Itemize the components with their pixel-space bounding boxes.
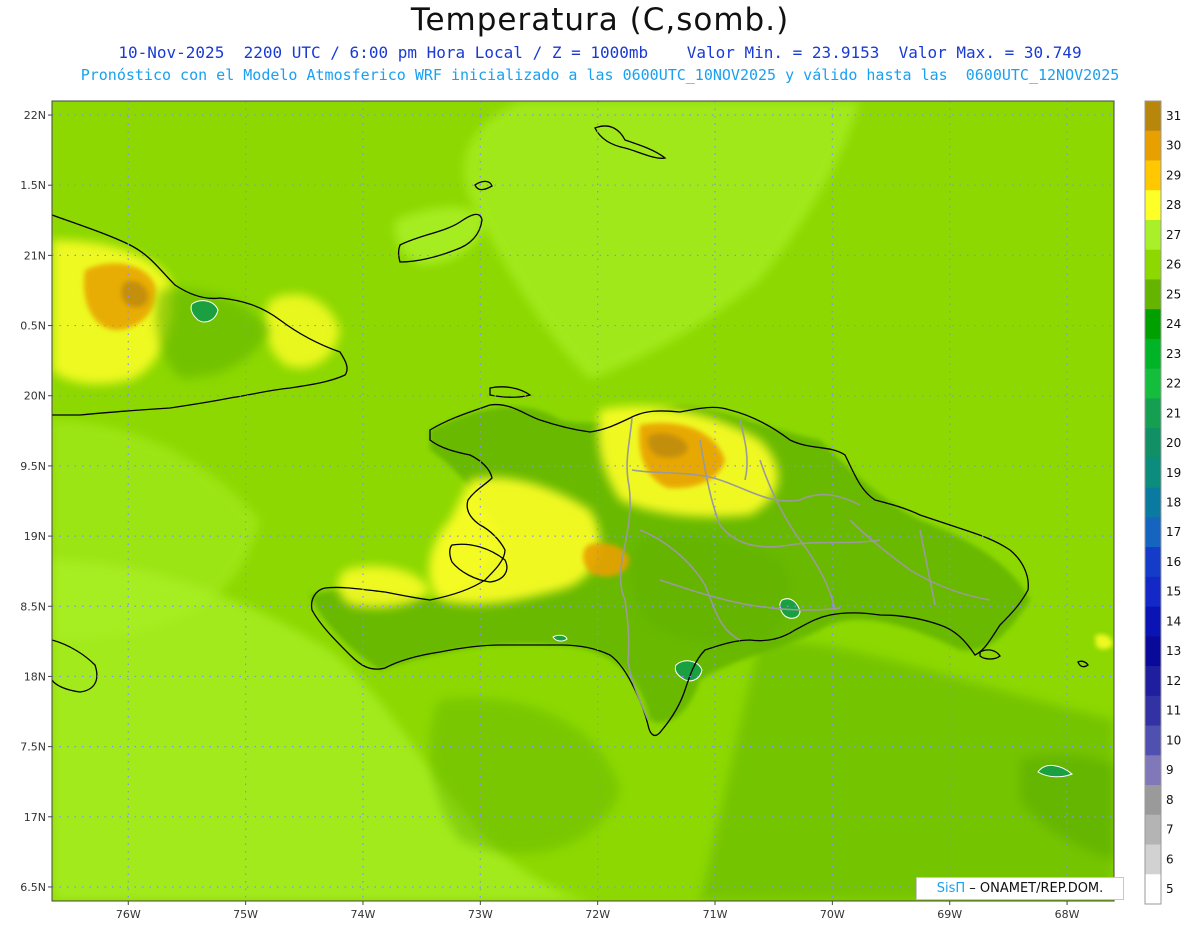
lat-tick-label: 19N <box>24 530 46 543</box>
colorbar-swatch <box>1145 785 1161 816</box>
lon-tick-label: 76W <box>116 908 141 921</box>
lon-tick-label: 72W <box>585 908 610 921</box>
colorbar-swatch <box>1145 606 1161 637</box>
colorbar-swatch <box>1145 547 1161 578</box>
colorbar-swatch <box>1145 130 1161 161</box>
colorbar-label: 12 <box>1166 674 1181 688</box>
colorbar-label: 15 <box>1166 585 1181 599</box>
colorbar-label: 11 <box>1166 704 1181 718</box>
lat-tick-label: 17N <box>24 811 46 824</box>
lon-tick-label: 69W <box>937 908 962 921</box>
colorbar-swatch <box>1145 457 1161 489</box>
lon-tick-label: 68W <box>1055 908 1080 921</box>
colorbar-swatch <box>1145 428 1161 459</box>
lat-tick-label: 20N <box>24 390 46 403</box>
colorbar-swatch <box>1145 160 1161 191</box>
colorbar-label: 27 <box>1166 228 1181 242</box>
temperature-map: 76W 75W 74W 73W 72W 71W 70W 69W 68W 22N 1.5N 21N 0.… <box>20 100 1181 921</box>
lat-tick-label: 21N <box>24 249 46 262</box>
lon-tick-label: 75W <box>233 908 258 921</box>
lat-tick-label: 1.5N <box>20 179 46 192</box>
lon-tick-label: 74W <box>351 908 376 921</box>
lat-tick-label: 7.5N <box>20 741 46 754</box>
colorbar-swatch <box>1145 844 1161 875</box>
colorbar-swatch <box>1145 576 1161 608</box>
colorbar-label: 19 <box>1166 466 1181 480</box>
colorbar-swatch <box>1145 398 1161 429</box>
colorbar-label: 5 <box>1166 882 1174 896</box>
colorbar: 31 30 29 28 27 26 25 24 23 22 21 20 19 18 17 16 15 14 13 12… <box>1144 100 1181 905</box>
colorbar-swatch <box>1145 279 1161 310</box>
colorbar-label: 25 <box>1166 287 1181 301</box>
colorbar-swatch <box>1145 219 1161 251</box>
colorbar-label: 7 <box>1166 823 1174 837</box>
lon-tick-label: 70W <box>820 908 845 921</box>
latitude-tick-labels: 22N 1.5N 21N 0.5N 20N 9.5N 19N 8.5N 18N 7.5N 17N 6.… <box>20 109 46 894</box>
longitude-tick-labels: 76W 75W 74W 73W 72W 71W 70W 69W 68W <box>116 908 1080 921</box>
colorbar-label: 24 <box>1166 317 1181 331</box>
colorbar-label: 26 <box>1166 258 1181 272</box>
colorbar-label: 10 <box>1166 733 1181 747</box>
colorbar-swatch <box>1145 636 1161 667</box>
colorbar-swatch <box>1145 190 1161 221</box>
colorbar-label: 14 <box>1166 614 1181 628</box>
colorbar-swatch <box>1145 725 1161 756</box>
colorbar-label: 22 <box>1166 377 1181 391</box>
colorbar-label: 30 <box>1166 139 1181 153</box>
lon-tick-label: 73W <box>468 908 493 921</box>
colorbar-swatch <box>1145 368 1161 399</box>
colorbar-swatch <box>1145 695 1161 727</box>
colorbar-label: 28 <box>1166 198 1181 212</box>
lat-tick-label: 0.5N <box>20 320 46 333</box>
colorbar-label: 31 <box>1166 109 1181 123</box>
lat-tick-label: 9.5N <box>20 460 46 473</box>
colorbar-swatch <box>1145 249 1161 280</box>
colorbar-swatch <box>1145 338 1161 370</box>
colorbar-swatch <box>1145 101 1161 132</box>
lat-tick-label: 6.5N <box>20 881 46 894</box>
colorbar-label: 20 <box>1166 436 1181 450</box>
colorbar-swatch <box>1145 814 1161 846</box>
credit-text: – ONAMET/REP.DOM. <box>969 881 1104 896</box>
colorbar-label: 9 <box>1166 763 1174 777</box>
colorbar-swatch <box>1145 874 1161 905</box>
colorbar-label: 21 <box>1166 406 1181 420</box>
colorbar-label: 8 <box>1166 793 1174 807</box>
lat-tick-label: 22N <box>24 109 46 122</box>
colorbar-label: 23 <box>1166 347 1181 361</box>
lat-tick-label: 18N <box>24 670 46 683</box>
colorbar-label: 29 <box>1166 168 1181 182</box>
colorbar-label: 18 <box>1166 496 1181 510</box>
colorbar-swatch <box>1145 517 1161 548</box>
sistemapi-brand: SisΠ <box>936 881 966 896</box>
colorbar-swatch <box>1145 755 1161 786</box>
colorbar-label: 17 <box>1166 525 1181 539</box>
colorbar-label: 16 <box>1166 555 1181 569</box>
lat-tick-label: 8.5N <box>20 600 46 613</box>
colorbar-swatch <box>1145 487 1161 518</box>
colorbar-label: 13 <box>1166 644 1181 658</box>
colorbar-label: 6 <box>1166 852 1174 866</box>
lon-tick-label: 71W <box>703 908 728 921</box>
colorbar-swatch <box>1145 666 1161 697</box>
credit-box: SisΠ – ONAMET/REP.DOM. <box>916 877 1124 900</box>
colorbar-swatch <box>1145 309 1161 340</box>
